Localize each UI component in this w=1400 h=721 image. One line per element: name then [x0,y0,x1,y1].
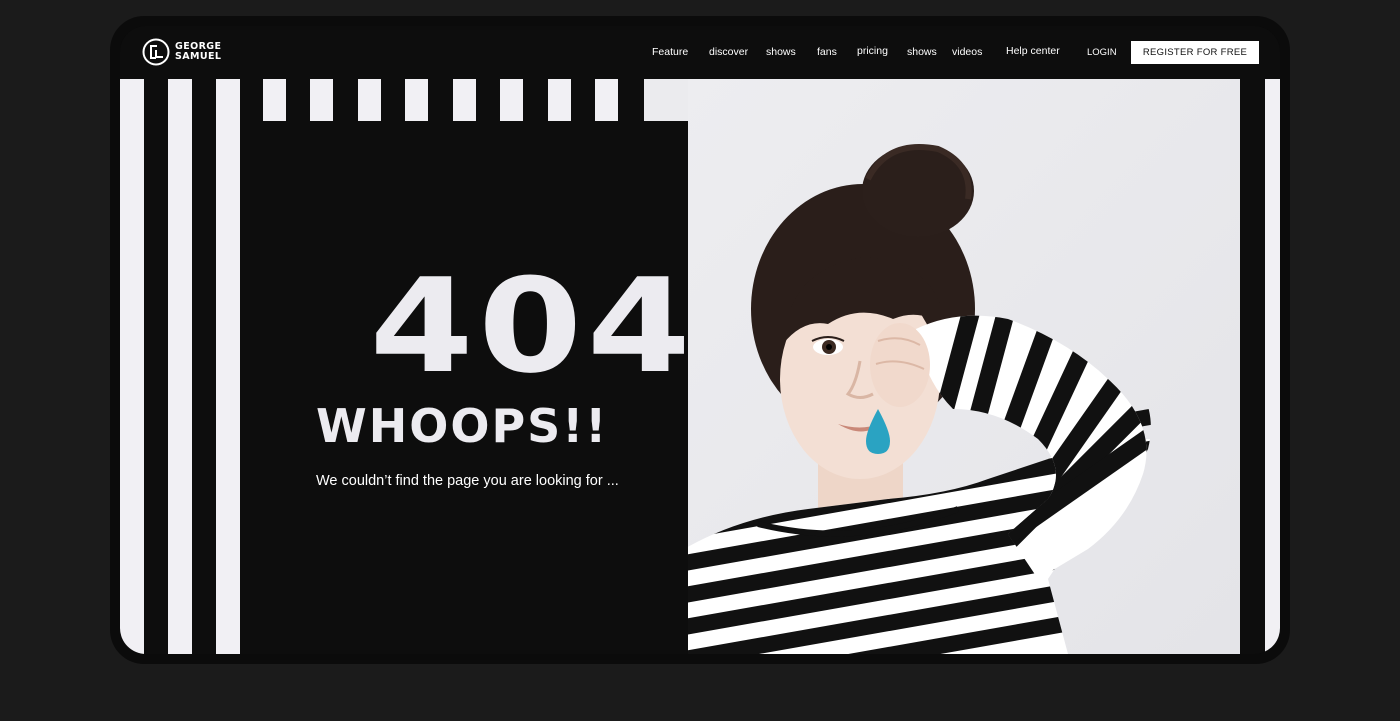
nav-item-fans[interactable]: fans [817,46,837,58]
decor-square [453,79,476,121]
decor-square [358,79,381,121]
error-code: 404 [369,250,696,402]
decor-square [263,79,286,121]
decor-square [500,79,523,121]
decor-stripe [216,79,240,654]
register-button[interactable]: REGISTER FOR FREE [1131,41,1259,64]
decor-stripe [1265,79,1280,654]
hero-photo [688,79,1240,654]
nav-item-shows[interactable]: shows [766,46,796,58]
nav-item-feature[interactable]: Feature [652,46,688,58]
photo-top-extension [644,79,688,121]
decor-square [595,79,618,121]
main-nav: Feature discover shows fans pricing show… [120,45,1280,62]
nav-item-videos[interactable]: videos [952,46,982,58]
error-hero: 404 WHOOPS!! We couldn’t find the page y… [120,79,1280,654]
decor-stripe [168,79,192,654]
nav-item-discover[interactable]: discover [709,46,748,58]
decor-square [405,79,428,121]
login-link[interactable]: LOGIN [1087,47,1117,58]
decor-stripe [120,79,144,654]
nav-item-shows-2[interactable]: shows [907,46,937,58]
error-headline: WHOOPS!! [316,399,609,453]
error-content: 404 WHOOPS!! We couldn’t find the page y… [240,121,691,654]
error-message: We couldn’t find the page you are lookin… [316,473,619,489]
decor-square [548,79,571,121]
decor-square [310,79,333,121]
nav-item-help-center[interactable]: Help center [1006,45,1060,57]
nav-item-pricing[interactable]: pricing [857,45,888,57]
crying-girl-illustration [688,79,1240,654]
top-navbar: GEORGE SAMUEL Feature discover shows fan… [120,26,1280,79]
browser-screen: GEORGE SAMUEL Feature discover shows fan… [120,26,1280,654]
device-frame: GEORGE SAMUEL Feature discover shows fan… [110,16,1290,664]
